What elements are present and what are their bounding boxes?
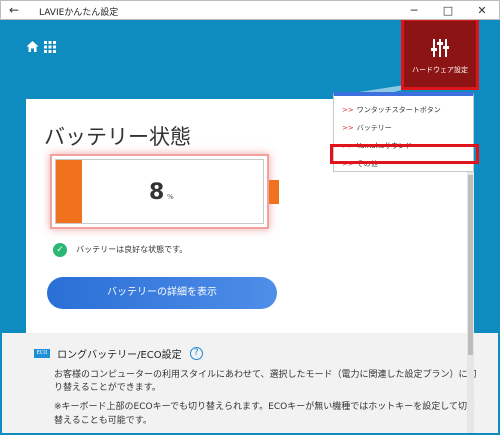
eco-title: ロングバッテリー/ECO設定 xyxy=(57,350,182,361)
check-icon: ✓ xyxy=(53,242,67,257)
battery-status-text: バッテリーは良好な状態です。 xyxy=(76,245,188,254)
eco-description-line: 替えることも可能です。 xyxy=(54,416,152,426)
eco-description-line: お客様のコンピューターの利用スタイルにあわせて、選択したモード（電力に関連した設… xyxy=(54,370,477,380)
eco-settings-section: ECO ロングバッテリー/ECO設定 ? お客様のコンピューターの利用スタイルに… xyxy=(2,333,498,433)
app-content: ハードウェア設定 バッテリー状態 8 % ✓ バッテリーは良好な状態です。 バッ… xyxy=(2,20,498,433)
menu-item-battery[interactable]: >> バッテリー xyxy=(342,123,392,133)
help-icon[interactable]: ? xyxy=(189,347,203,360)
menu-item-highlight xyxy=(330,144,479,164)
battery-level-fill xyxy=(56,160,82,223)
close-button[interactable]: ✕ xyxy=(465,1,499,20)
maximize-button[interactable]: □ xyxy=(431,1,465,20)
battery-gauge: 8 % xyxy=(50,154,269,229)
battery-status: ✓ バッテリーは良好な状態です。 xyxy=(53,239,187,258)
title-bar: ← LAVIEかんたん設定 ─ □ ✕ xyxy=(0,0,500,20)
battery-detail-button[interactable]: バッテリーの詳細を表示 xyxy=(47,277,277,309)
battery-percent-unit: % xyxy=(167,193,174,201)
minimize-button[interactable]: ─ xyxy=(397,1,431,20)
scrollbar-thumb[interactable] xyxy=(468,175,473,355)
battery-body: 8 % xyxy=(55,159,264,224)
window-title: LAVIEかんたん設定 xyxy=(39,8,119,18)
eco-icon: ECO xyxy=(34,349,50,358)
page-title: バッテリー状態 xyxy=(44,125,191,149)
back-arrow-icon[interactable]: ← xyxy=(9,3,19,17)
hardware-settings-label: ハードウェア設定 xyxy=(412,66,468,74)
sliders-icon xyxy=(431,39,449,57)
scrollbar[interactable] xyxy=(467,165,474,433)
battery-percent: 8 xyxy=(149,180,165,205)
hardware-settings-button[interactable]: ハードウェア設定 xyxy=(401,20,479,90)
eco-description-line: ※キーボード上部のECOキーでも切り替えられます。ECOキーが無い機種ではホット… xyxy=(54,402,476,412)
eco-description-line: り替えることができます。 xyxy=(54,383,161,393)
eco-header: ECO ロングバッテリー/ECO設定 ? xyxy=(34,343,203,362)
menu-item-one-touch-start[interactable]: >> ワンタッチスタートボタン xyxy=(342,105,441,115)
battery-terminal xyxy=(269,180,279,204)
